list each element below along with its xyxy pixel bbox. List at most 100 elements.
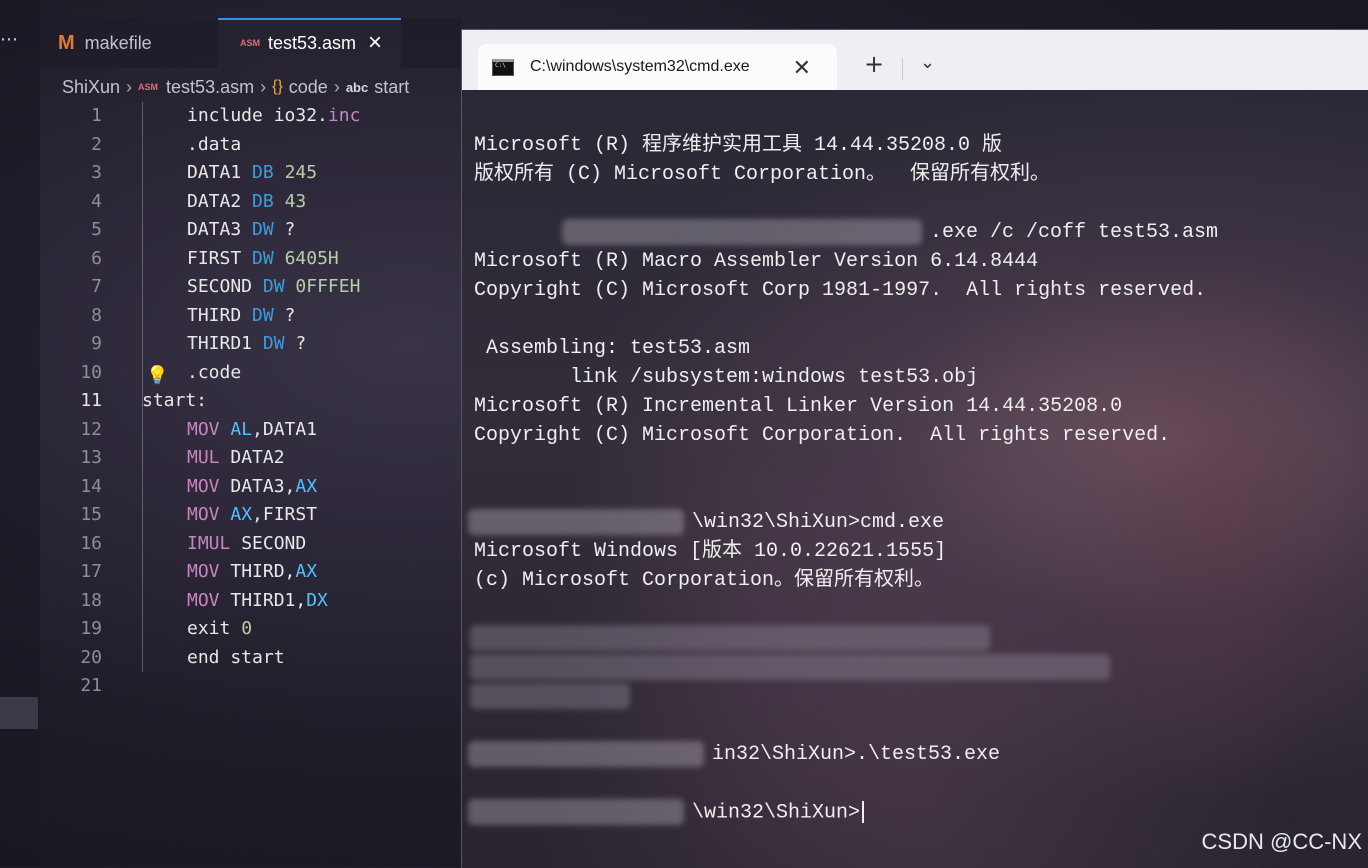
code-token: include io32. — [187, 105, 328, 126]
code-token: 6405H — [284, 247, 339, 269]
breadcrumb-symbol[interactable]: start — [374, 77, 409, 98]
activity-selected-item[interactable] — [0, 697, 38, 729]
terminal-tab-title: C:\windows\system32\cmd.exe — [530, 58, 750, 75]
terminal-line-text: 版权所有 (C) Microsoft Corporation。 保留所有权利。 — [474, 163, 1051, 186]
terminal-line: Assembling: test53.asm — [474, 337, 750, 361]
code-text: MUL DATA2 — [187, 444, 285, 473]
code-text: FIRST DW 6405H — [187, 245, 339, 274]
code-line[interactable]: 9 THIRD1 DW ? — [0, 330, 462, 359]
code-token: SECOND — [230, 532, 307, 554]
redacted-text — [468, 799, 684, 825]
terminal-line-text: Microsoft (R) 程序维护实用工具 14.44.35208.0 版 — [474, 134, 1003, 157]
terminal-window: C:\windows\system32\cmd.exe ✕ + ⌄ Micros… — [461, 29, 1368, 868]
tab-makefile[interactable]: M makefile — [40, 18, 218, 68]
code-editor: ⋯ M makefile ASM test53.asm × ShiXun › A… — [0, 0, 462, 867]
line-number: 18 — [80, 589, 102, 611]
code-line[interactable]: 4 DATA2 DB 43 — [0, 188, 462, 217]
terminal-line: Copyright (C) Microsoft Corp 1981-1997. … — [474, 279, 1206, 303]
code-line[interactable]: 15 MOV AX,FIRST — [0, 501, 462, 530]
code-token: 245 — [284, 162, 318, 183]
code-token: inc — [327, 105, 361, 126]
code-line[interactable]: 18 MOV THIRD1,DX — [0, 587, 462, 616]
code-token: SECOND — [187, 276, 263, 297]
code-token: THIRD, — [219, 561, 296, 582]
code-line[interactable]: 17 MOV THIRD,AX — [0, 558, 462, 587]
code-text: SECOND DW 0FFFEH — [187, 273, 360, 302]
more-actions-icon[interactable]: ⋯ — [0, 30, 20, 50]
code-line[interactable]: 19 exit 0 — [0, 615, 462, 644]
line-number: 12 — [80, 418, 102, 440]
close-icon[interactable]: ✕ — [793, 55, 811, 81]
code-line[interactable]: 11 start: — [0, 387, 462, 416]
terminal-output[interactable]: Microsoft (R) 程序维护实用工具 14.44.35208.0 版版权… — [462, 90, 1368, 868]
symbol-text-icon: abc — [345, 79, 369, 95]
code-token: DATA3, — [219, 475, 296, 497]
code-token: AX — [230, 504, 253, 525]
terminal-line: Microsoft (R) 程序维护实用工具 14.44.35208.0 版 — [474, 134, 1002, 158]
line-number: 2 — [91, 133, 102, 155]
code-text: DATA2 DB 43 — [187, 188, 306, 217]
code-token: DB — [252, 190, 274, 212]
code-line[interactable]: 6 FIRST DW 6405H — [0, 245, 462, 274]
line-number: 6 — [91, 247, 102, 269]
code-line[interactable]: 5 DATA3 DW ? — [0, 216, 462, 245]
terminal-line-text: Microsoft (R) Incremental Linker Version… — [474, 395, 1123, 418]
code-text: MOV AL,DATA1 — [187, 416, 317, 445]
terminal-line: Copyright (C) Microsoft Corporation. All… — [474, 424, 1170, 448]
code-lines[interactable]: 1 include io32.inc 2 .data 3 DATA1 DB 245 4 DAT… — [0, 102, 462, 701]
code-line[interactable]: 12 MOV AL,DATA1 — [0, 416, 462, 445]
code-token: DX — [306, 589, 328, 611]
code-line[interactable]: 8 THIRD DW ? — [0, 302, 462, 331]
code-token: THIRD1 — [187, 333, 263, 354]
line-number: 17 — [80, 561, 102, 582]
breadcrumb-section[interactable]: code — [289, 77, 328, 98]
line-number: 7 — [91, 276, 102, 297]
code-line[interactable]: 1 include io32.inc — [0, 102, 462, 131]
breadcrumb-folder[interactable]: ShiXun — [62, 77, 120, 98]
code-token: ? — [284, 333, 307, 354]
code-line[interactable]: 3 DATA1 DB 245 — [0, 159, 462, 188]
chevron-right-icon: › — [126, 76, 133, 97]
line-number: 4 — [91, 190, 102, 212]
line-number: 9 — [91, 333, 102, 354]
code-line[interactable]: 13 MUL DATA2 — [0, 444, 462, 473]
code-token: DB — [252, 162, 274, 183]
line-number: 21 — [80, 675, 102, 696]
code-token: DW — [252, 247, 274, 269]
code-token: IMUL — [187, 532, 231, 554]
code-token: DW — [262, 276, 285, 297]
code-token: ? — [273, 219, 296, 240]
terminal-line-text: Copyright (C) Microsoft Corp 1981-1997. … — [474, 279, 1207, 302]
breadcrumb: ShiXun › ASM test53.asm › {} code › abc … — [62, 74, 409, 100]
line-number: 1 — [91, 105, 102, 126]
code-token: DW — [262, 333, 285, 354]
lightbulb-icon[interactable]: 💡 — [146, 362, 168, 391]
terminal-line-text: \win32\ShiXun> — [692, 801, 861, 825]
code-line[interactable]: 16 IMUL SECOND — [0, 530, 462, 559]
code-text: .code — [187, 359, 241, 388]
close-tab-icon[interactable]: × — [368, 31, 382, 55]
redacted-text — [470, 625, 990, 651]
terminal-line-text: .exe /c /coff test53.asm — [930, 221, 1219, 244]
code-line[interactable]: 2 .data — [0, 131, 462, 160]
code-text: .data — [187, 131, 241, 160]
code-token: 0 — [241, 618, 253, 639]
code-token: THIRD1, — [219, 589, 307, 611]
breadcrumb-file[interactable]: test53.asm — [166, 77, 254, 98]
code-token: AX — [295, 561, 318, 582]
code-text: MOV AX,FIRST — [187, 501, 317, 530]
code-token: AX — [295, 475, 318, 497]
code-line[interactable]: 20 end start — [0, 644, 462, 673]
terminal-tab[interactable]: C:\windows\system32\cmd.exe ✕ — [478, 44, 837, 90]
code-token: exit — [187, 618, 242, 639]
code-line[interactable]: 21 — [0, 672, 462, 701]
code-line[interactable]: 14 MOV DATA3,AX — [0, 473, 462, 502]
chevron-down-icon[interactable]: ⌄ — [920, 52, 935, 73]
code-line[interactable]: 10 💡 .code — [0, 359, 462, 388]
tab-test53-asm[interactable]: ASM test53.asm × — [218, 18, 401, 68]
new-tab-plus-icon[interactable]: + — [864, 52, 884, 76]
code-line[interactable]: 7 SECOND DW 0FFFEH — [0, 273, 462, 302]
code-token: ,DATA1 — [252, 418, 318, 440]
code-token: MOV — [187, 561, 220, 582]
